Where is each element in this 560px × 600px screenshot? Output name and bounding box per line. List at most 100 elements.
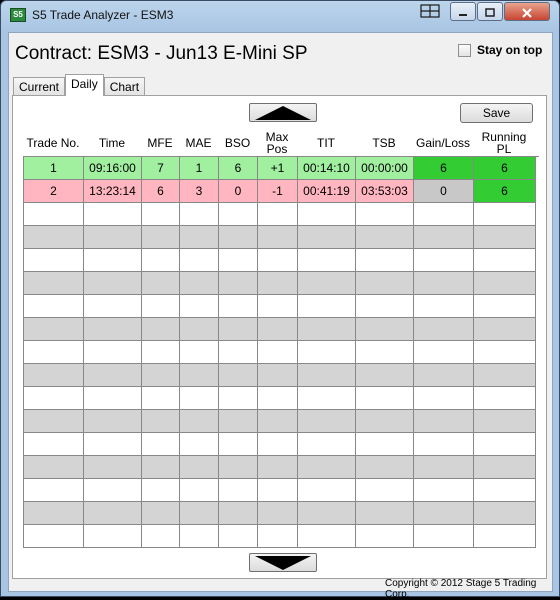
table-cell	[298, 272, 356, 295]
table-row[interactable]	[24, 364, 539, 387]
table-cell: 6	[474, 180, 536, 203]
scroll-up-button[interactable]	[249, 103, 317, 122]
table-cell	[258, 364, 298, 387]
table-cell	[24, 203, 84, 226]
table-row[interactable]	[24, 410, 539, 433]
table-row[interactable]	[24, 479, 539, 502]
column-header: Max Pos	[265, 129, 289, 156]
table-row[interactable]: 2 13:23:14 6 3 0 -1 00:41:19 03:53:03 0 6	[24, 180, 539, 203]
table-row[interactable]	[24, 387, 539, 410]
table-row[interactable]: 1 09:16:00 7 1 6 +1 00:14:10 00:00:00 6 6	[24, 157, 539, 180]
title-bar[interactable]: S5 S5 Trade Analyzer - ESM3	[1, 1, 559, 29]
window-title: S5 Trade Analyzer - ESM3	[32, 8, 174, 22]
table-cell	[180, 295, 219, 318]
client-area: Contract: ESM3 - Jun13 E-Mini SP Stay on…	[8, 32, 553, 600]
table-cell	[258, 203, 298, 226]
table-row[interactable]	[24, 318, 539, 341]
table-cell	[24, 318, 84, 341]
minimize-button[interactable]	[450, 2, 476, 21]
table-cell: 0	[219, 180, 258, 203]
table-row[interactable]	[24, 226, 539, 249]
table-cell	[24, 479, 84, 502]
table-cell	[474, 364, 536, 387]
table-row[interactable]	[24, 433, 539, 456]
table-cell	[474, 226, 536, 249]
table-header: Trade No. Time MFE MAE BSO Max Pos TIT TSB Gain/…	[23, 129, 535, 156]
table-cell	[474, 387, 536, 410]
column-header: BSO	[224, 135, 251, 150]
table-cell	[356, 295, 414, 318]
table-row[interactable]	[24, 456, 539, 479]
table-cell	[219, 295, 258, 318]
table-cell	[142, 387, 180, 410]
table-cell	[356, 502, 414, 525]
close-button[interactable]	[504, 2, 550, 21]
table-row[interactable]	[24, 295, 539, 318]
table-cell	[24, 249, 84, 272]
table-row[interactable]	[24, 249, 539, 272]
table-cell	[219, 272, 258, 295]
table-row[interactable]	[24, 272, 539, 295]
table-cell	[298, 295, 356, 318]
tab-daily[interactable]: Daily	[65, 74, 104, 96]
table-cell	[356, 272, 414, 295]
table-row[interactable]	[24, 525, 539, 548]
arrow-up-icon	[255, 106, 311, 120]
table-cell	[356, 203, 414, 226]
table-cell	[258, 249, 298, 272]
tab-current[interactable]: Current	[13, 77, 66, 96]
tab-strip: Current Daily Chart	[13, 74, 146, 96]
table-cell	[24, 410, 84, 433]
scroll-down-button[interactable]	[249, 553, 317, 572]
table-cell	[219, 203, 258, 226]
table-cell	[298, 479, 356, 502]
table-cell	[219, 364, 258, 387]
table-cell: 00:00:00	[356, 157, 414, 180]
table-cell	[24, 272, 84, 295]
table-cell	[24, 502, 84, 525]
tab-chart[interactable]: Chart	[103, 77, 146, 96]
table-cell: -1	[258, 180, 298, 203]
table-cell	[24, 525, 84, 548]
layout-grid-icon[interactable]	[419, 2, 441, 21]
table-cell	[24, 341, 84, 364]
table-cell	[180, 433, 219, 456]
table-cell	[414, 456, 474, 479]
table-cell	[258, 433, 298, 456]
table-cell	[298, 318, 356, 341]
table-cell	[142, 203, 180, 226]
table-cell	[298, 525, 356, 548]
table-cell	[180, 272, 219, 295]
table-row[interactable]	[24, 341, 539, 364]
table-cell	[356, 318, 414, 341]
table-cell	[219, 249, 258, 272]
save-button[interactable]: Save	[460, 103, 533, 123]
table-cell	[414, 249, 474, 272]
table-row[interactable]	[24, 502, 539, 525]
maximize-button[interactable]	[477, 2, 503, 21]
column-header: Trade No.	[26, 135, 80, 150]
table-cell	[356, 226, 414, 249]
table-cell	[474, 295, 536, 318]
table-cell	[24, 226, 84, 249]
table-cell: 0	[414, 180, 474, 203]
column-header: TSB	[372, 135, 396, 150]
table-cell	[180, 203, 219, 226]
column-header: Gain/Loss	[415, 135, 471, 150]
stay-on-top-checkbox[interactable]	[458, 43, 471, 57]
table-cell	[298, 364, 356, 387]
table-cell	[142, 456, 180, 479]
table-cell	[180, 479, 219, 502]
table-cell	[180, 226, 219, 249]
table-cell	[474, 318, 536, 341]
table-cell	[474, 502, 536, 525]
contract-title: Contract: ESM3 - Jun13 E-Mini SP	[15, 43, 308, 64]
table-cell	[180, 318, 219, 341]
table-cell	[258, 410, 298, 433]
stay-on-top-option[interactable]: Stay on top	[458, 43, 542, 57]
table-cell	[414, 341, 474, 364]
table-cell	[84, 433, 142, 456]
table-row[interactable]	[24, 203, 539, 226]
table-cell	[142, 318, 180, 341]
table-cell	[84, 226, 142, 249]
